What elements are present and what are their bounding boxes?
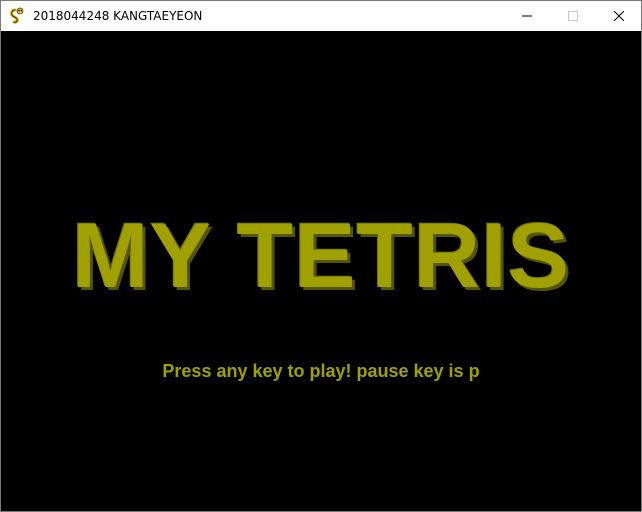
maximize-button[interactable] bbox=[550, 1, 596, 31]
title-bar[interactable]: 2018044248 KANGTAEYEON bbox=[1, 1, 641, 31]
pygame-snake-icon bbox=[10, 7, 24, 24]
game-title: MY TETRIS bbox=[71, 205, 571, 307]
window-title: 2018044248 KANGTAEYEON bbox=[33, 9, 203, 23]
minimize-icon bbox=[522, 15, 532, 17]
game-canvas[interactable]: MY TETRIS Press any key to play! pause k… bbox=[1, 31, 641, 511]
maximize-icon bbox=[568, 11, 578, 21]
close-button[interactable] bbox=[596, 1, 642, 31]
minimize-button[interactable] bbox=[504, 1, 550, 31]
close-icon bbox=[614, 11, 624, 21]
start-prompt: Press any key to play! pause key is p bbox=[162, 361, 480, 381]
app-window: 2018044248 KANGTAEYEON MY TETRIS Press a… bbox=[0, 0, 642, 512]
